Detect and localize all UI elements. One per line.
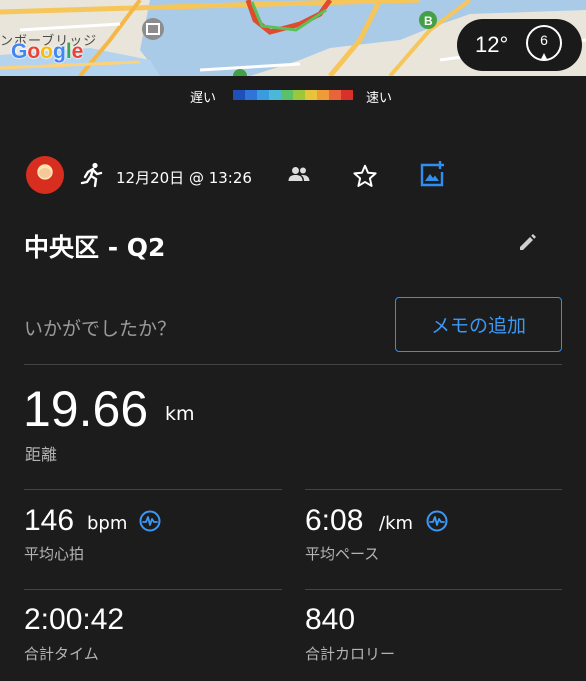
google-logo: Google: [11, 40, 83, 64]
pace-slow-label: 遅い: [190, 91, 217, 106]
avg-pace-label: 平均ペース: [305, 545, 380, 563]
heart-rate-chart-icon[interactable]: [139, 510, 161, 532]
wind-compass-icon: 6: [526, 25, 562, 61]
avg-heart-rate-label: 平均心拍: [24, 545, 85, 563]
activity-title: 中央区 - Q2: [24, 233, 166, 262]
star-icon[interactable]: [352, 163, 378, 189]
pace-legend: 遅い 速い: [0, 86, 586, 106]
pace-color-swatch: [329, 90, 341, 100]
avg-pace-unit: /km: [379, 513, 414, 534]
activity-date: 12月20日 @ 13:26: [116, 169, 252, 187]
pace-color-swatch: [269, 90, 281, 100]
add-memo-button[interactable]: メモの追加: [395, 297, 562, 352]
pace-color-swatch: [233, 90, 245, 100]
memo-prompt: いかがでしたか？: [24, 318, 177, 340]
distance-label: 距離: [25, 445, 58, 464]
total-time-value: 2:00:42: [24, 603, 125, 636]
weather-temperature: 12°: [475, 32, 509, 57]
distance-value: 19.66: [23, 381, 149, 437]
edit-pencil-icon[interactable]: [518, 232, 538, 252]
pace-color-swatch: [317, 90, 329, 100]
wind-direction-arrow-icon: [541, 53, 547, 59]
svg-text:B: B: [424, 14, 433, 28]
add-photo-icon[interactable]: [418, 160, 446, 188]
pace-color-swatch: [305, 90, 317, 100]
distance-unit: km: [165, 403, 195, 425]
google-logo-letter: e: [71, 40, 84, 63]
pace-color-swatch: [257, 90, 269, 100]
google-logo-letter: G: [11, 40, 28, 63]
total-time-label: 合計タイム: [24, 645, 99, 663]
divider: [24, 364, 562, 365]
pace-color-swatch: [293, 90, 305, 100]
avg-heart-rate-value: 146: [24, 504, 75, 537]
calories-label: 合計カロリー: [305, 645, 396, 663]
avg-heart-rate-unit: bpm: [87, 513, 128, 534]
divider: [305, 489, 562, 490]
divider: [24, 589, 282, 590]
avatar[interactable]: [26, 156, 64, 194]
pace-color-scale: [233, 90, 353, 100]
divider: [305, 589, 562, 590]
google-logo-letter: g: [53, 40, 66, 63]
google-logo-letter: o: [40, 40, 53, 63]
google-logo-letter: o: [27, 40, 41, 63]
route-map[interactable]: B ンボーブリッジ Google 12° 6: [0, 0, 586, 76]
divider: [24, 489, 282, 490]
avg-pace-value: 6:08: [305, 504, 364, 537]
pace-color-swatch: [245, 90, 257, 100]
weather-badge: 12° 6: [457, 19, 582, 71]
pace-fast-label: 速い: [366, 91, 393, 106]
pace-color-swatch: [341, 90, 353, 100]
wind-speed: 6: [540, 32, 548, 48]
pace-color-swatch: [281, 90, 293, 100]
calories-value: 840: [305, 603, 356, 636]
group-icon[interactable]: [288, 166, 310, 182]
pace-chart-icon[interactable]: [426, 510, 448, 532]
running-icon: [80, 162, 103, 188]
